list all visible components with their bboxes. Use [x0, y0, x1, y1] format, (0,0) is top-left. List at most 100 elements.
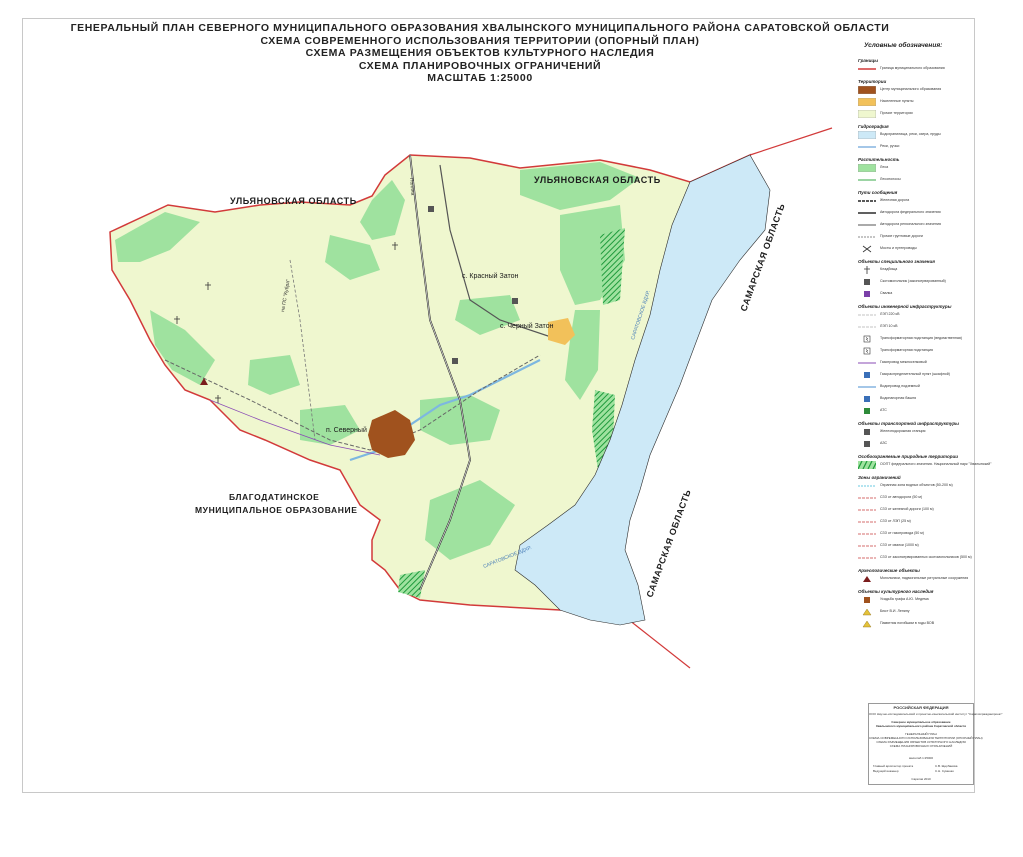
legend-item: Прочие грунтовые дороги: [856, 231, 968, 243]
legend-symbol-fill-yellow: [858, 98, 876, 106]
legend-item: Железнодорожная станция: [856, 426, 968, 438]
stamp-lead-name: С.Н. Суменко: [935, 769, 954, 773]
stamp-line: СХЕМА ПЛАНИРОВОЧНЫХ ОГРАНИЧЕНИЙ: [889, 744, 953, 748]
legend-item: Граница муниципального образования: [856, 63, 968, 75]
legend-item-label: Кладбища: [880, 267, 898, 271]
legend-item: Водонапорная башня: [856, 393, 968, 405]
legend-symbol-fill-forest: [858, 164, 876, 172]
legend-item-label: Автодорога регионального значения: [880, 222, 941, 226]
legend-symbol-square-dark: [864, 429, 870, 435]
legend-item-label: СЗЗ от законсервированных скотомогильник…: [880, 555, 972, 559]
legend-symbol-tri-yellow: [862, 608, 872, 616]
legend-symbol-line-dash: [858, 236, 876, 238]
legend-item: СЗЗ от газопровода (50 м): [856, 528, 968, 540]
legend-symbol-line-gray: [858, 224, 876, 226]
legend-item-label: СЗЗ от свалки (1000 м): [880, 543, 919, 547]
station-icon: [452, 358, 458, 364]
legend-item: Охранная зона водных объектов (50-200 м): [856, 480, 968, 492]
region-label-blagodatinskoe: БЛАГОДАТИНСКОЕ: [229, 492, 319, 502]
legend-item: Кладбища: [856, 264, 968, 276]
legend-item-label: СЗЗ от газопровода (50 м): [880, 531, 924, 535]
legend-item: Автодорога регионального значения: [856, 219, 968, 231]
title-stamp: РОССИЙСКАЯ ФЕДЕРАЦИЯ ООО Научно-исследов…: [868, 703, 1003, 785]
legend-item: АЗС: [856, 438, 968, 450]
settlement-label-cherny-zaton: с. Черный Затон: [500, 322, 554, 330]
legend-item-label: АЗС: [880, 441, 888, 445]
legend-item: Скотомогильник (законсервированный): [856, 276, 968, 288]
legend-symbol-line-thin: [858, 314, 876, 316]
stamp-line: ООО Научно-исследовательский и проектно-…: [869, 712, 1003, 716]
region-label-ulyanovsk-left: УЛЬЯНОВСКАЯ ОБЛАСТЬ: [230, 196, 357, 206]
legend-symbol-line-red-dash: [858, 557, 876, 559]
legend-symbol-fill-brown: [858, 86, 876, 94]
legend-item: Реки, ручьи: [856, 141, 968, 153]
legend-item-label: Водопровод подземный: [880, 384, 920, 388]
legend-item-label: Населенные пункты: [880, 99, 914, 103]
legend-item: Памятник погибшим в годы ВОВ: [856, 618, 968, 630]
legend-item: Трансформаторная подстанция (ведомственн…: [856, 333, 968, 345]
legend-title: Условные обозначения:: [864, 42, 943, 49]
legend-symbol-sub: [863, 335, 871, 343]
legend-item: Автодорога федерального значения: [856, 207, 968, 219]
legend-symbol-fill-water: [858, 131, 876, 139]
legend-symbol-line-red-dash: [858, 521, 876, 523]
legend-item-label: Газораспределительный пункт (шкафной): [880, 372, 950, 376]
legend-symbol-line-rail: [858, 200, 876, 202]
legend-item: Газораспределительный пункт (шкафной): [856, 369, 968, 381]
legend-item-label: Бюст В.И. Ленину: [880, 609, 910, 613]
legend-symbol-line-thin: [858, 326, 876, 328]
legend-item-label: Прочие территории: [880, 111, 913, 115]
legend-item-label: ООПТ федерального значения. Национальный…: [880, 462, 992, 466]
legend-symbol-cross: [864, 266, 870, 274]
legend-item-label: Свалка: [880, 291, 893, 295]
legend-item-label: ЛЭП 10 кВ: [880, 324, 898, 328]
legend-symbol-line-blue: [858, 386, 876, 388]
region-label-samara-bottom: САМАРСКАЯ ОБЛАСТЬ: [644, 488, 692, 599]
legend-symbol-fill-light: [858, 110, 876, 118]
legend-symbol-line-black: [858, 212, 876, 214]
legend-item-label: СЗЗ от железной дороги (100 м): [880, 507, 934, 511]
stamp-chief-name: С.В. Щербакова: [935, 764, 958, 768]
legend-item: Водопровод подземный: [856, 381, 968, 393]
legend-symbol-line-red-dash: [858, 509, 876, 511]
boundary-line-ne: [749, 127, 833, 156]
settlement-label-krasny-zaton: с. Красный Затон: [462, 272, 518, 280]
stamp-head: РОССИЙСКАЯ ФЕДЕРАЦИЯ: [893, 705, 949, 710]
legend-item-label: Граница муниципального образования: [880, 66, 945, 70]
legend-item-label: Трансформаторная подстанция (ведомственн…: [880, 336, 962, 340]
legend-symbol-line-green: [858, 179, 876, 181]
atc-icon: [512, 298, 518, 304]
stamp-scale: масштаб 1:25000: [908, 756, 934, 760]
legend-symbol-square-purple: [864, 291, 870, 297]
legend-item: СЗЗ от автодороги (50 м): [856, 492, 968, 504]
legend-symbol-square-blue: [864, 396, 870, 402]
legend-item-label: Газопровод межпоселковый: [880, 360, 927, 364]
legend-item: Водохранилища, реки, озера, пруды: [856, 129, 968, 141]
region-label-municipal-formation: МУНИЦИПАЛЬНОЕ ОБРАЗОВАНИЕ: [195, 505, 358, 515]
legend-item-label: ЛЭП 220 кВ: [880, 312, 900, 316]
legend-symbol-bridge: [862, 245, 872, 253]
legend-item-label: СЗЗ от автодороги (50 м): [880, 495, 923, 499]
legend-item: Центр муниципального образования: [856, 84, 968, 96]
legend-symbol-boundary: [858, 68, 876, 70]
legend-item: Свалка: [856, 288, 968, 300]
legend-item: Могильники, надмогильные ритуальные соор…: [856, 573, 968, 585]
settlement-label-severny: п. Северный: [326, 426, 367, 434]
legend-item: Лесополосы: [856, 174, 968, 186]
legend-item: АТС: [856, 405, 968, 417]
legend-symbol-square-blue: [864, 372, 870, 378]
stamp-city-year: Саратов 2010: [911, 777, 931, 781]
legend-item: Бюст В.И. Ленину: [856, 606, 968, 618]
legend-item-label: Усадьба графа А.Ю. Медема: [880, 597, 929, 601]
legend-symbol-square-dark: [864, 441, 870, 447]
legend-item: Мосты и путепроводы: [856, 243, 968, 255]
legend-symbol-line-blue: [858, 146, 876, 148]
legend-item: Газопровод межпоселковый: [856, 357, 968, 369]
legend-symbol-sub: [863, 347, 871, 355]
legend-symbol-square-dark: [864, 279, 870, 285]
legend-item: ЛЭП 10 кВ: [856, 321, 968, 333]
legend-item-label: Охранная зона водных объектов (50-200 м): [880, 483, 953, 487]
legend-item-label: Реки, ручьи: [880, 144, 900, 148]
legend-item: Трансформаторная подстанция: [856, 345, 968, 357]
legend-symbol-line-purple: [858, 362, 876, 364]
